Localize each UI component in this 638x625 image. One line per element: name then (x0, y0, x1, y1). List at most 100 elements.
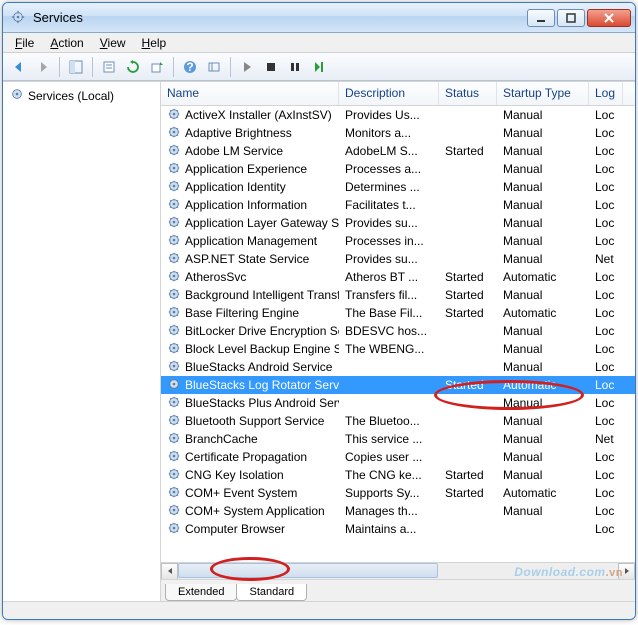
cell-name: Base Filtering Engine (161, 304, 339, 323)
cell-logon: Loc (589, 143, 623, 159)
scroll-track[interactable] (178, 563, 618, 580)
cell-status: Started (439, 287, 497, 303)
grid-header: Name Description Status Startup Type Log (161, 82, 635, 106)
cell-startup-type: Manual (497, 323, 589, 339)
service-name-text: Background Intelligent Transf... (185, 288, 339, 302)
menu-action[interactable]: Action (42, 34, 91, 52)
service-row[interactable]: BlueStacks Plus Android Servi...ManualLo… (161, 394, 635, 412)
maximize-button[interactable] (557, 9, 585, 27)
cell-description (339, 384, 439, 386)
menu-help[interactable]: Help (134, 34, 175, 52)
service-row[interactable]: ASP.NET State ServiceProvides su...Manua… (161, 250, 635, 268)
cell-startup-type: Automatic (497, 269, 589, 285)
scroll-thumb[interactable] (178, 563, 438, 578)
service-name-text: Adobe LM Service (185, 144, 283, 158)
show-hide-tree-button[interactable] (64, 55, 88, 79)
service-row[interactable]: ActiveX Installer (AxInstSV)Provides Us.… (161, 106, 635, 124)
help-button[interactable]: ? (178, 55, 202, 79)
restart-service-button[interactable] (307, 55, 331, 79)
menu-view[interactable]: View (92, 34, 134, 52)
service-row[interactable]: Computer BrowserMaintains a...Loc (161, 520, 635, 538)
service-row[interactable]: BlueStacks Android ServiceManualLoc (161, 358, 635, 376)
service-name-text: BlueStacks Plus Android Servi... (185, 396, 339, 410)
close-button[interactable] (587, 9, 631, 27)
service-name-text: Application Identity (185, 180, 286, 194)
service-icon (167, 107, 181, 124)
cell-description: Monitors a... (339, 125, 439, 141)
service-icon (167, 143, 181, 160)
grid-body[interactable]: ActiveX Installer (AxInstSV)Provides Us.… (161, 106, 635, 562)
cell-name: COM+ System Application (161, 502, 339, 521)
cell-startup-type: Manual (497, 359, 589, 375)
cell-logon: Loc (589, 485, 623, 501)
properties-button[interactable] (97, 55, 121, 79)
horizontal-scrollbar[interactable] (161, 562, 635, 579)
cell-description: Provides Us... (339, 107, 439, 123)
sidebar-item-services-local[interactable]: Services (Local) (3, 82, 160, 109)
back-button[interactable] (7, 55, 31, 79)
services-icon (10, 87, 24, 104)
service-row[interactable]: AtherosSvcAtheros BT ...StartedAutomatic… (161, 268, 635, 286)
cell-name: BlueStacks Log Rotator Service (161, 376, 339, 395)
service-row[interactable]: Application Layer Gateway Ser...Provides… (161, 214, 635, 232)
cell-status (439, 366, 497, 368)
cell-startup-type: Manual (497, 503, 589, 519)
service-row[interactable]: Background Intelligent Transf...Transfer… (161, 286, 635, 304)
minimize-button[interactable] (527, 9, 555, 27)
service-row[interactable]: Application IdentityDetermines ...Manual… (161, 178, 635, 196)
cell-logon: Loc (589, 161, 623, 177)
pause-service-button[interactable] (283, 55, 307, 79)
start-service-button[interactable] (235, 55, 259, 79)
forward-button[interactable] (31, 55, 55, 79)
col-header-startup-type[interactable]: Startup Type (497, 82, 589, 105)
cell-status: Started (439, 467, 497, 483)
cell-logon: Loc (589, 197, 623, 213)
service-row[interactable]: Application ExperienceProcesses a...Manu… (161, 160, 635, 178)
scroll-right-button[interactable] (618, 563, 635, 580)
refresh-button[interactable] (121, 55, 145, 79)
service-row[interactable]: COM+ System ApplicationManages th...Manu… (161, 502, 635, 520)
cell-name: COM+ Event System (161, 484, 339, 503)
cell-name: BlueStacks Plus Android Servi... (161, 394, 339, 413)
tab-extended[interactable]: Extended (165, 584, 237, 601)
service-row[interactable]: BlueStacks Log Rotator ServiceStartedAut… (161, 376, 635, 394)
col-header-status[interactable]: Status (439, 82, 497, 105)
menu-file[interactable]: File (7, 34, 42, 52)
cell-startup-type: Manual (497, 215, 589, 231)
service-row[interactable]: Bluetooth Support ServiceThe Bluetoo...M… (161, 412, 635, 430)
service-row[interactable]: COM+ Event SystemSupports Sy...StartedAu… (161, 484, 635, 502)
cell-name: Application Management (161, 232, 339, 251)
toolbar-misc-button[interactable] (202, 55, 226, 79)
cell-startup-type: Manual (497, 467, 589, 483)
service-row[interactable]: Base Filtering EngineThe Base Fil...Star… (161, 304, 635, 322)
col-header-name[interactable]: Name (161, 82, 339, 105)
service-row[interactable]: Block Level Backup Engine Ser...The WBEN… (161, 340, 635, 358)
stop-service-button[interactable] (259, 55, 283, 79)
service-icon (167, 521, 181, 538)
service-row[interactable]: BitLocker Drive Encryption Ser...BDESVC … (161, 322, 635, 340)
view-tabs: Extended Standard (161, 579, 635, 601)
service-row[interactable]: Application InformationFacilitates t...M… (161, 196, 635, 214)
cell-name: ASP.NET State Service (161, 250, 339, 269)
col-header-logon[interactable]: Log (589, 82, 623, 105)
cell-description: The WBENG... (339, 341, 439, 357)
toolbar-separator (230, 57, 231, 77)
service-icon (167, 467, 181, 484)
titlebar[interactable]: Services (3, 3, 635, 33)
cell-startup-type: Manual (497, 431, 589, 447)
scroll-left-button[interactable] (161, 563, 178, 580)
cell-startup-type: Automatic (497, 305, 589, 321)
service-row[interactable]: CNG Key IsolationThe CNG ke...StartedMan… (161, 466, 635, 484)
col-header-description[interactable]: Description (339, 82, 439, 105)
service-row[interactable]: BranchCacheThis service ...ManualNet (161, 430, 635, 448)
service-row[interactable]: Adobe LM ServiceAdobeLM S...StartedManua… (161, 142, 635, 160)
service-name-text: BlueStacks Log Rotator Service (185, 378, 339, 392)
cell-logon: Loc (589, 395, 623, 411)
export-button[interactable] (145, 55, 169, 79)
cell-status: Started (439, 485, 497, 501)
service-row[interactable]: Adaptive BrightnessMonitors a...ManualLo… (161, 124, 635, 142)
service-name-text: COM+ System Application (185, 504, 325, 518)
tab-standard[interactable]: Standard (236, 584, 307, 601)
service-row[interactable]: Certificate PropagationCopies user ...Ma… (161, 448, 635, 466)
service-row[interactable]: Application ManagementProcesses in...Man… (161, 232, 635, 250)
